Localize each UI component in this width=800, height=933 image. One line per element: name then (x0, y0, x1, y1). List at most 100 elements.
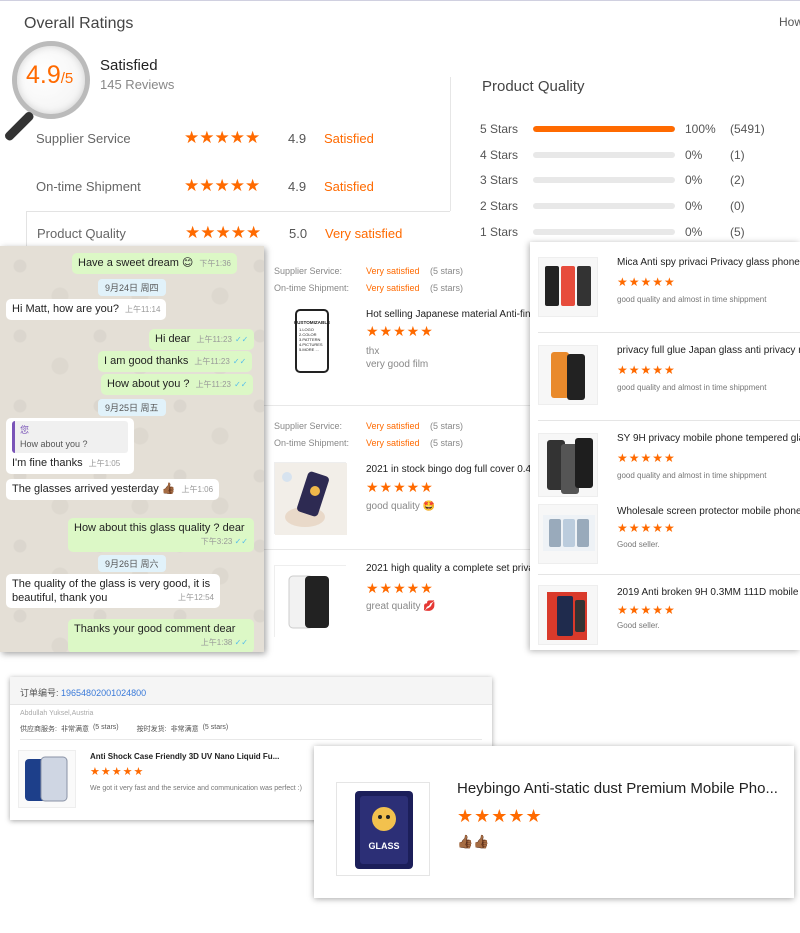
product-thumbnail[interactable]: GLASS (336, 782, 430, 876)
divider (450, 77, 451, 211)
divider (264, 549, 534, 550)
message-time: 下午3:23 ✓✓ (201, 535, 248, 549)
quote-text: How about you ? (20, 439, 88, 449)
product-title[interactable]: SY 9H privacy mobile phone tempered gla (617, 433, 800, 444)
review-list-right: Mica Anti spy privaci Privacy glass phon… (530, 242, 800, 650)
meta-value: 非常满意 (170, 726, 199, 733)
meta-label: 按时发货: (136, 726, 167, 733)
review-meta-shipment: On-time Shipment: Very satisfied (5 star… (274, 283, 463, 293)
review-comment: Good seller. (617, 540, 660, 549)
red-box-phone-icon (547, 592, 587, 640)
box-lines: 1.LOGO 2.COLOR 3.PATTERN 4.PICTURES 5.MO… (299, 327, 323, 352)
bar-track (533, 203, 675, 209)
review-comment: Good seller. (617, 621, 660, 630)
message-time: 上午11:23 (196, 335, 232, 344)
divider (538, 574, 800, 575)
order-header: 订单编号: 19654802001024800 (10, 677, 492, 705)
review-comment: good quality 🤩 (366, 501, 436, 512)
divider (264, 405, 534, 406)
bar-track (533, 177, 675, 183)
product-thumbnail[interactable]: CUSTOMIZABLE 1.LOGO 2.COLOR 3.PATTERN 4.… (274, 304, 346, 376)
review-stars: ★★★★★ (457, 806, 543, 826)
quote-author: 您 (20, 425, 30, 435)
review-stars: ★★★★★ (90, 766, 145, 778)
phone-orange-icon (551, 352, 585, 400)
read-check-icon: ✓✓ (232, 357, 247, 366)
chat-message-out: Thanks your good comment dear 上午1:38 ✓✓ (68, 619, 254, 652)
review-list-middle: Supplier Service: Very satisfied (5 star… (264, 250, 534, 655)
rating-score: 5.0 (289, 225, 308, 241)
phone-glass-icon (275, 566, 347, 638)
chat-message-in: The quality of the glass is very good, i… (6, 574, 220, 608)
bar-count: (1) (730, 148, 745, 162)
meta-label: Supplier Service: (274, 266, 343, 276)
meta-stars: (5 stars) (430, 421, 464, 431)
product-thumbnail[interactable] (538, 433, 598, 497)
rating-text: Satisfied (324, 130, 374, 146)
review-comment: good quality and almost in time shippmen… (617, 471, 767, 480)
product-title[interactable]: Wholesale screen protector mobile phone … (617, 506, 800, 517)
chat-message-in-reply: 您 How about you ? I'm fine thanks 上午1:05 (6, 418, 134, 474)
product-thumbnail[interactable] (274, 462, 347, 535)
message-text: How about you ? (107, 378, 190, 390)
score-value: 4.9 (26, 61, 61, 89)
product-title[interactable]: privacy full glue Japan glass anti priva… (617, 345, 800, 356)
message-text: Thanks your good comment dear (74, 623, 236, 635)
product-title[interactable]: Heybingo Anti-static dust Premium Mobile… (457, 780, 778, 797)
order-number-link[interactable]: 19654802001024800 (61, 688, 146, 698)
product-thumbnail[interactable] (538, 585, 598, 645)
tempered-glass-icon (547, 438, 593, 494)
message-text: Hi Matt, how are you? (12, 303, 119, 315)
review-product-title[interactable]: 2021 in stock bingo dog full cover 0.4 (366, 464, 531, 475)
review-stars: ★★★★★ (366, 479, 434, 495)
message-time-value: 下午3:23 (200, 537, 233, 546)
review-comment: We got it very fast and the service and … (90, 785, 302, 792)
chat-message-out: Hi dear 上午11:23 ✓✓ (149, 329, 255, 350)
review-product-title[interactable]: Hot selling Japanese material Anti-fin (366, 309, 531, 320)
product-quality-title: Product Quality (482, 78, 585, 95)
bar-label: 2 Stars (480, 199, 519, 213)
product-thumbnail[interactable] (538, 345, 598, 405)
screen-protector-icon (543, 515, 595, 551)
box-label: CUSTOMIZABLE (294, 320, 330, 325)
review-product-title[interactable]: 2021 high quality a complete set priva (366, 563, 534, 574)
star-rating: ★★★★★ (184, 176, 261, 195)
message-text: The glasses arrived yesterday 👍🏾 (12, 483, 176, 495)
product-thumbnail[interactable] (538, 504, 598, 564)
message-time: 下午1:36 (199, 259, 231, 268)
star-bar-3: 3 Stars 0% (2) (480, 170, 800, 190)
bar-count: (2) (730, 173, 745, 187)
divider (538, 420, 800, 421)
message-text: Hi dear (155, 333, 191, 345)
rating-row-supplier-service: Supplier Service ★★★★★ 4.9 Satisfied (26, 116, 450, 160)
star-bar-5: 5 Stars 100% (5491) (480, 119, 800, 139)
chat-message-out: Have a sweet dream 😊 下午1:36 (72, 253, 237, 274)
product-title[interactable]: Mica Anti spy privaci Privacy glass phon… (617, 257, 800, 268)
bar-percent: 0% (685, 173, 703, 187)
how-link[interactable]: How (779, 15, 800, 29)
meta-stars: (5 stars) (202, 724, 229, 731)
read-check-icon: ✓✓ (234, 638, 248, 647)
star-rating: ★★★★★ (185, 223, 262, 242)
rating-label: Product Quality (37, 225, 126, 241)
chat-message-out: How about this glass quality ? dear 下午3:2… (68, 518, 254, 552)
date-chip: 9月25日 周五 (98, 399, 166, 416)
divider (20, 739, 482, 740)
product-thumbnail[interactable] (538, 257, 598, 317)
meta-label: 供应商服务: (20, 726, 57, 733)
meta-stars: (5 stars) (430, 283, 464, 293)
message-time: 上午12:54 (177, 593, 214, 602)
rating-score: 4.9 (288, 178, 307, 194)
chat-message-in: Hi Matt, how are you? 上午11:14 (6, 299, 167, 320)
product-title[interactable]: Anti Shock Case Friendly 3D UV Nano Liqu… (90, 752, 279, 761)
glass-box-icon: GLASS (355, 791, 413, 869)
review-comment: good quality and almost in time shippmen… (617, 295, 767, 304)
product-title[interactable]: 2019 Anti broken 9H 0.3MM 111D mobile ph… (617, 587, 800, 598)
meta-stars: (5 stars) (430, 266, 464, 276)
rating-text: Very satisfied (325, 225, 403, 241)
date-chip: 9月26日 周六 (98, 555, 166, 572)
product-thumbnail[interactable] (18, 750, 76, 808)
whatsapp-chat-screenshot: Have a sweet dream 😊 下午1:36 9月24日 周四 Hi M… (0, 246, 264, 652)
meta-label: Supplier Service: (274, 421, 343, 431)
product-thumbnail[interactable] (274, 565, 347, 638)
